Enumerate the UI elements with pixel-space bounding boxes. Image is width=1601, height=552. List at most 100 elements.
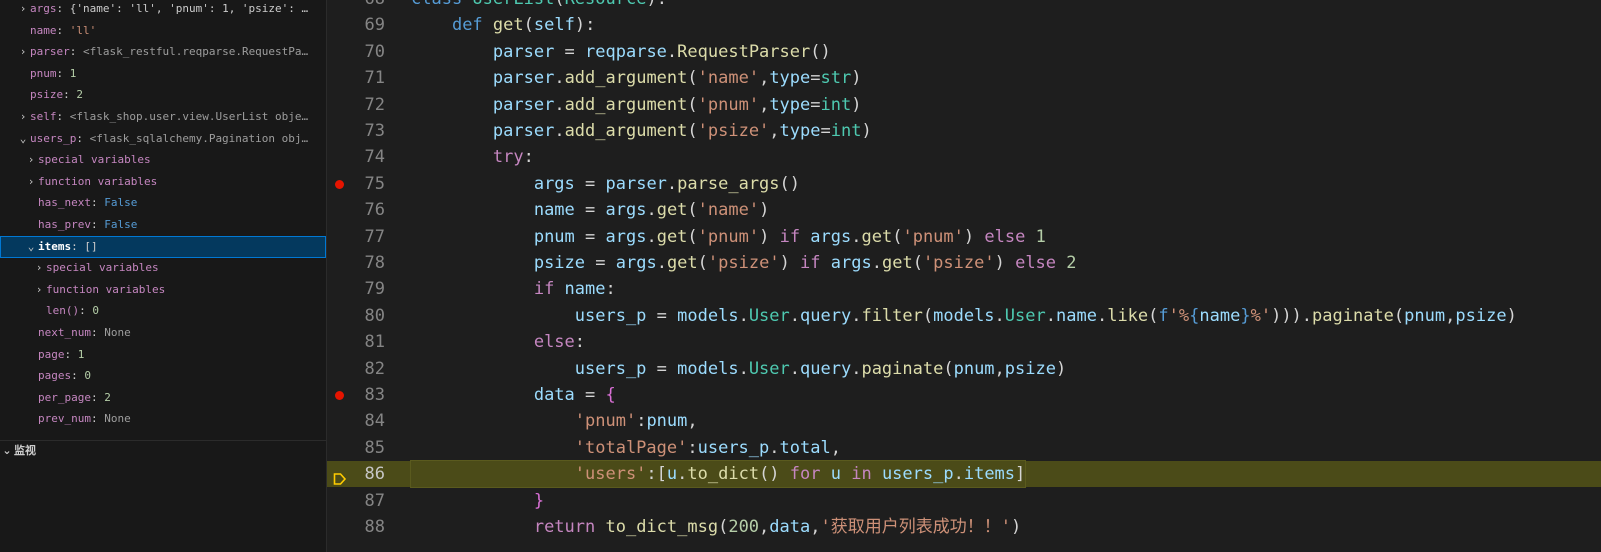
chevron-right-icon[interactable]: › xyxy=(16,41,30,63)
code-token: u xyxy=(830,464,841,485)
chevron-right-icon[interactable]: › xyxy=(24,149,38,171)
variable-row[interactable]: page: 1 xyxy=(0,344,326,366)
code-line[interactable]: 73 parser.add_argument('psize',type=int) xyxy=(327,118,1601,144)
code-token: 'psize' xyxy=(922,253,995,273)
code-editor[interactable]: 68class UserList(Resource):69 def get(se… xyxy=(327,0,1601,552)
variable-row[interactable]: has_next: False xyxy=(0,192,326,214)
chevron-down-icon[interactable]: ⌄ xyxy=(24,236,38,258)
code-token: = xyxy=(574,385,606,405)
code-token: users_p xyxy=(574,305,647,326)
code-token: ( xyxy=(687,68,698,89)
code-token: } xyxy=(1240,305,1251,326)
chevron-right-icon[interactable]: › xyxy=(24,171,38,193)
code-token: data xyxy=(769,517,811,537)
current-line[interactable]: 86 'users':[u.to_dict() for u in users_p… xyxy=(327,460,1601,489)
variable-row[interactable]: per_page: 2 xyxy=(0,387,326,409)
code-line[interactable]: 70 parser = reqparse.RequestParser() xyxy=(327,39,1601,65)
code-line[interactable]: 88 return to_dict_msg(200,data,'获取用户列表成功… xyxy=(327,514,1601,540)
code-token: User xyxy=(1004,305,1046,326)
variable-row[interactable]: name: 'll' xyxy=(0,20,326,42)
code-line[interactable]: 82 users_p = models.User.query.paginate(… xyxy=(327,356,1601,382)
variable-row[interactable]: len(): 0 xyxy=(0,300,326,322)
code-token: type xyxy=(769,68,811,89)
code-token: ) xyxy=(861,121,872,141)
variable-row[interactable]: › parser: <flask_restful.reqparse.Request… xyxy=(0,41,326,63)
code-line[interactable]: 84 'pnum':pnum, xyxy=(327,408,1601,434)
code-line[interactable]: 69 def get(self): xyxy=(327,12,1601,38)
code-token: psize xyxy=(1455,305,1507,326)
code-token: pnum xyxy=(953,358,995,379)
code-line[interactable]: 75 args = parser.parse_args() xyxy=(327,171,1601,197)
code-line[interactable]: 76 name = args.get('name') xyxy=(327,197,1601,223)
variable-row[interactable]: ⌄ users_p: <flask_sqlalchemy.Pagination o… xyxy=(0,128,326,150)
code-token: () xyxy=(759,464,790,485)
watch-label: 监视 xyxy=(14,444,36,457)
variable-row[interactable]: prev_num: None xyxy=(0,408,326,430)
code-line[interactable]: 71 parser.add_argument('name',type=str) xyxy=(327,65,1601,91)
code-line[interactable]: 87 } xyxy=(327,488,1601,514)
code-line[interactable]: 77 pnum = args.get('pnum') if args.get('… xyxy=(327,224,1601,250)
variable-value: None xyxy=(104,326,131,339)
code-line[interactable]: 81 else: xyxy=(327,329,1601,355)
code-line[interactable]: 74 try: xyxy=(327,144,1601,170)
code-line[interactable]: 80 users_p = models.User.query.filter(mo… xyxy=(327,303,1601,329)
code-line[interactable]: 83 data = { xyxy=(327,382,1601,408)
chevron-right-icon[interactable]: › xyxy=(32,279,46,301)
code-token: psize xyxy=(1004,358,1056,379)
variable-value: {'name': 'll', 'pnum': 1, 'psize': … xyxy=(69,2,309,15)
variable-row[interactable]: pages: 0 xyxy=(0,365,326,387)
code-line[interactable]: 85 'totalPage':users_p.total, xyxy=(327,435,1601,461)
code-token: User xyxy=(748,305,790,326)
code-token: '% xyxy=(1168,305,1190,326)
variable-row[interactable]: psize: 2 xyxy=(0,84,326,106)
code-token: query xyxy=(800,305,852,326)
code-token: 'totalPage' xyxy=(574,437,688,458)
line-code: } xyxy=(411,488,544,514)
chevron-right-icon[interactable]: › xyxy=(16,0,30,20)
chevron-down-icon[interactable]: ⌄ xyxy=(16,128,30,150)
variable-row[interactable]: › special variables xyxy=(0,149,326,171)
chevron-right-icon[interactable]: › xyxy=(16,106,30,128)
chevron-right-icon[interactable]: › xyxy=(32,257,46,279)
line-number: 73 xyxy=(364,121,385,141)
variable-row[interactable]: › special variables xyxy=(0,257,326,279)
code-token: . xyxy=(789,358,801,379)
line-number: 70 xyxy=(364,41,385,62)
code-token: . xyxy=(656,253,667,273)
variable-row[interactable]: ⌄ items: [] xyxy=(0,235,326,258)
code-line[interactable]: 68 class UserList(Resource): xyxy=(327,0,1601,12)
code-token: add_argument xyxy=(564,121,688,141)
code-token: '获取用户列表成功！！' xyxy=(820,517,1011,537)
code-line[interactable]: 72 parser.add_argument('pnum',type=int) xyxy=(327,92,1601,118)
line-code: parser.add_argument('pnum',type=int) xyxy=(411,92,862,118)
code-token: . xyxy=(871,253,882,273)
variable-row[interactable]: › args: {'name': 'll', 'pnum': 1, 'psize'… xyxy=(0,0,326,20)
variable-row[interactable]: › function variables xyxy=(0,279,326,301)
variable-row[interactable]: has_prev: False xyxy=(0,214,326,236)
line-number: 76 xyxy=(364,200,385,221)
code-line[interactable]: 78 psize = args.get('psize') if args.get… xyxy=(327,250,1601,276)
variable-name: name xyxy=(30,23,57,37)
variable-row[interactable]: › self: <flask_shop.user.view.UserList ob… xyxy=(0,106,326,128)
code-token: type xyxy=(769,94,811,115)
line-number: 74 xyxy=(364,147,385,168)
variable-row[interactable]: pnum: 1 xyxy=(0,63,326,85)
code-token: ( xyxy=(687,121,698,141)
variable-row[interactable]: › function variables xyxy=(0,171,326,193)
code-token: like xyxy=(1107,305,1149,326)
watch-section-header[interactable]: ⌄ 监视 xyxy=(0,440,326,461)
code-token: ( xyxy=(687,226,698,247)
code-token: 'pnum' xyxy=(574,411,637,432)
code-token: if xyxy=(533,279,565,300)
variable-value: False xyxy=(104,218,138,231)
code-token: try xyxy=(492,147,524,168)
code-token: 'name' xyxy=(697,200,760,221)
code-token: . xyxy=(851,305,862,326)
code-token: . xyxy=(677,464,688,485)
variable-row[interactable]: next_num: None xyxy=(0,322,326,344)
code-token: if xyxy=(779,226,811,247)
code-line[interactable]: 79 if name: xyxy=(327,276,1601,302)
